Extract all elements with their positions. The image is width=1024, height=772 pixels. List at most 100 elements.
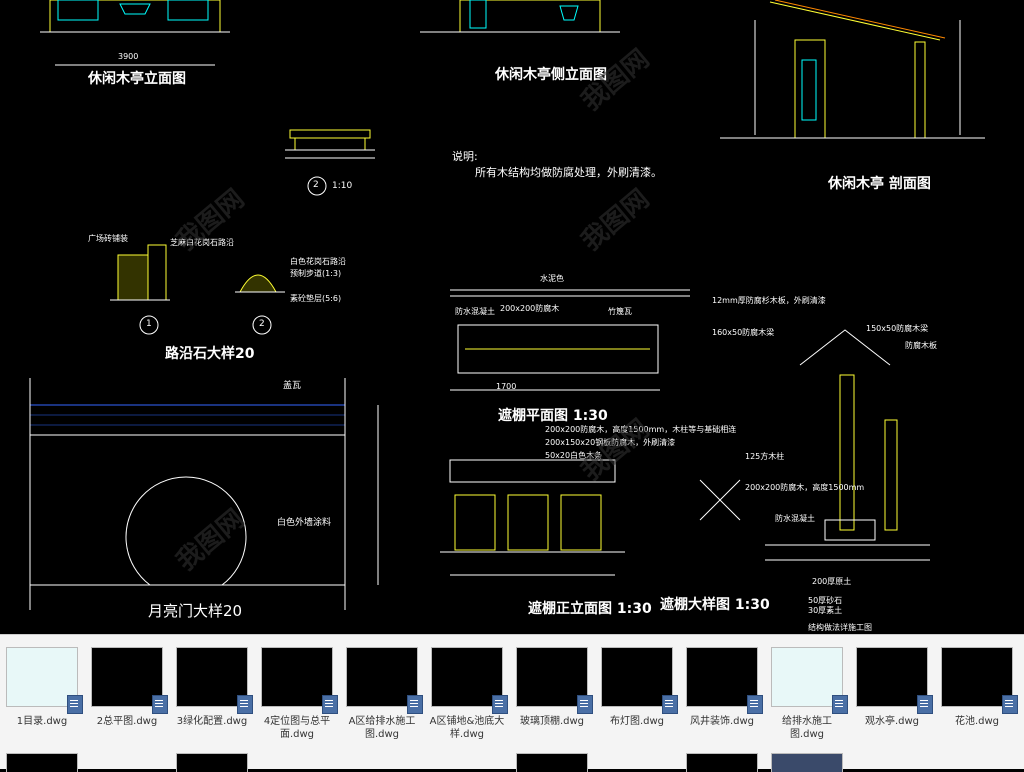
file-thumb[interactable]: 玻璃顶棚.dwg <box>510 635 594 728</box>
file-thumb[interactable]: 花池.dwg <box>935 635 1019 728</box>
detail-note-10: 30厚素土 <box>808 606 843 615</box>
detail-note-2: 160x50防腐木梁 <box>712 328 775 337</box>
file-preview <box>261 647 338 714</box>
title-pavilion-front: 休闲木亭立面图 <box>88 71 186 87</box>
label-gaiwa: 盖瓦 <box>283 381 302 391</box>
notes-heading: 说明: <box>452 150 478 163</box>
file-name: 风井装饰.dwg <box>689 716 755 727</box>
detail-note-5: 125方木柱 <box>745 452 785 461</box>
file-preview <box>516 647 593 714</box>
detail-note-3: 150x50防腐木梁 <box>866 324 929 333</box>
shed-mid-label: 竹篾瓦 <box>608 307 632 316</box>
front-note-3: 50x20白色木条 <box>545 451 603 460</box>
dwg-file-icon <box>577 695 593 714</box>
file-preview <box>516 753 588 772</box>
title-moongate: 月亮门大样20 <box>148 602 243 620</box>
file-thumb[interactable]: 1目录.dwg <box>0 635 84 728</box>
front-note-2: 200x150x20钢板防腐木，外刷清漆 <box>545 438 676 447</box>
file-thumb[interactable]: A区给排水施工图.dwg <box>340 635 424 741</box>
dim-3900: 3900 <box>118 52 139 61</box>
file-preview <box>771 647 848 714</box>
curb-circle-2: 2 <box>259 319 265 329</box>
front-note-1: 200x200防腐木，高度1500mm，木柱等与基础相连 <box>545 425 737 434</box>
moongate-detail <box>29 378 379 610</box>
curb-circle-1: 1 <box>146 319 152 329</box>
file-preview <box>601 647 678 714</box>
file-name: 给排水施工图.dwg <box>782 716 832 740</box>
dwg-file-icon <box>492 695 508 714</box>
file-thumb[interactable]: 布灯图.dwg <box>595 635 679 728</box>
detail-note-1: 12mm厚防腐杉木板，外刷清漆 <box>712 296 826 305</box>
cad-drawing-canvas[interactable]: 休闲木亭立面图 休闲木亭侧立面图 休闲木亭 剖面图 路沿石大样20 月亮门大样2… <box>0 0 1024 634</box>
file-preview <box>6 647 83 714</box>
curb-label-d: 预制步道(1:3) <box>290 269 342 278</box>
file-name: 1目录.dwg <box>16 716 68 727</box>
file-thumb[interactable]: 给排水施工图.dwg <box>765 635 849 741</box>
dwg-file-icon <box>237 695 253 714</box>
title-pavilion-section: 休闲木亭 剖面图 <box>828 176 931 192</box>
title-shed-detail: 遮棚大样图 1:30 <box>660 597 770 613</box>
dwg-file-icon <box>152 695 168 714</box>
file-preview <box>176 647 253 714</box>
file-name: 2总平图.dwg <box>96 716 158 727</box>
file-preview <box>686 647 763 714</box>
shed-detail <box>765 329 930 561</box>
file-thumb[interactable]: 3绿化配置.dwg <box>170 635 254 728</box>
shed-plan <box>450 289 690 391</box>
dwg-file-icon <box>917 695 933 714</box>
file-preview <box>176 753 248 772</box>
label-wall-paint: 白色外墙涂料 <box>277 518 332 528</box>
title-pavilion-side: 休闲木亭侧立面图 <box>495 67 607 83</box>
file-name: 3绿化配置.dwg <box>176 716 248 727</box>
file-name: 布灯图.dwg <box>609 716 665 727</box>
file-preview <box>431 647 508 714</box>
file-preview <box>856 647 933 714</box>
title-curb: 路沿石大样20 <box>165 346 255 362</box>
file-name: 4定位图与总平面.dwg <box>263 716 331 740</box>
dwg-file-icon <box>1002 695 1018 714</box>
dwg-file-icon <box>322 695 338 714</box>
detail2-circle-label: 2 <box>313 180 319 190</box>
dwg-file-icon <box>662 695 678 714</box>
curb-label-e: 素砼垫层(5:6) <box>290 294 342 303</box>
detail-note-7: 防水混凝土 <box>775 514 815 523</box>
dwg-file-icon <box>67 695 83 714</box>
file-preview <box>771 753 843 772</box>
file-thumb-row2[interactable] <box>170 751 254 772</box>
shed-top-label: 水泥色 <box>540 274 564 283</box>
file-thumb-row2[interactable] <box>680 751 764 772</box>
notes-body: 所有木结构均做防腐处理，外刷清漆。 <box>475 166 662 179</box>
file-thumbnail-strip: 1目录.dwg 2总平图.dwg 3绿化配置.dwg 4定位图与总平面.dwg … <box>0 634 1024 772</box>
detail-2 <box>285 129 375 196</box>
curb-label-a: 广场砖铺装 <box>88 234 128 243</box>
detail-note-4: 防腐木板 <box>905 341 937 350</box>
file-preview <box>941 647 1018 714</box>
detail-note-8: 200厚原土 <box>812 577 852 586</box>
title-shed-front: 遮棚正立面图 1:30 <box>528 601 652 617</box>
file-thumb[interactable]: 观水亭.dwg <box>850 635 934 728</box>
file-thumb-row2[interactable] <box>0 751 84 772</box>
file-preview <box>686 753 758 772</box>
shed-wood-label: 防水混凝土 <box>455 307 495 316</box>
file-preview <box>6 753 78 772</box>
file-preview <box>91 647 168 714</box>
file-thumb-row2-selected[interactable] <box>765 751 849 772</box>
detail-note-11: 结构做法详施工图 <box>808 623 872 632</box>
curb-label-b: 芝麻白花岗石路沿 <box>170 238 234 247</box>
file-name: A区铺地&池底大样.dwg <box>429 716 505 740</box>
dim-1700: 1700 <box>496 382 517 391</box>
shed-front-elevation <box>440 459 741 576</box>
file-name: 玻璃顶棚.dwg <box>519 716 585 727</box>
file-thumb-row2[interactable] <box>510 751 594 772</box>
file-thumb[interactable]: 4定位图与总平面.dwg <box>255 635 339 741</box>
dwg-file-icon <box>832 695 848 714</box>
file-thumb[interactable]: 风井装饰.dwg <box>680 635 764 728</box>
shed-beam-label: 200x200防腐木 <box>500 304 560 313</box>
detail2-scale: 1:10 <box>332 181 353 191</box>
file-thumb[interactable]: 2总平图.dwg <box>85 635 169 728</box>
pavilion-side-elevation <box>420 0 620 33</box>
curb-label-c: 白色花岗石路沿 <box>290 257 346 266</box>
dwg-file-icon <box>407 695 423 714</box>
file-thumb[interactable]: A区铺地&池底大样.dwg <box>425 635 509 741</box>
title-shed-plan: 遮棚平面图 1:30 <box>498 408 608 424</box>
